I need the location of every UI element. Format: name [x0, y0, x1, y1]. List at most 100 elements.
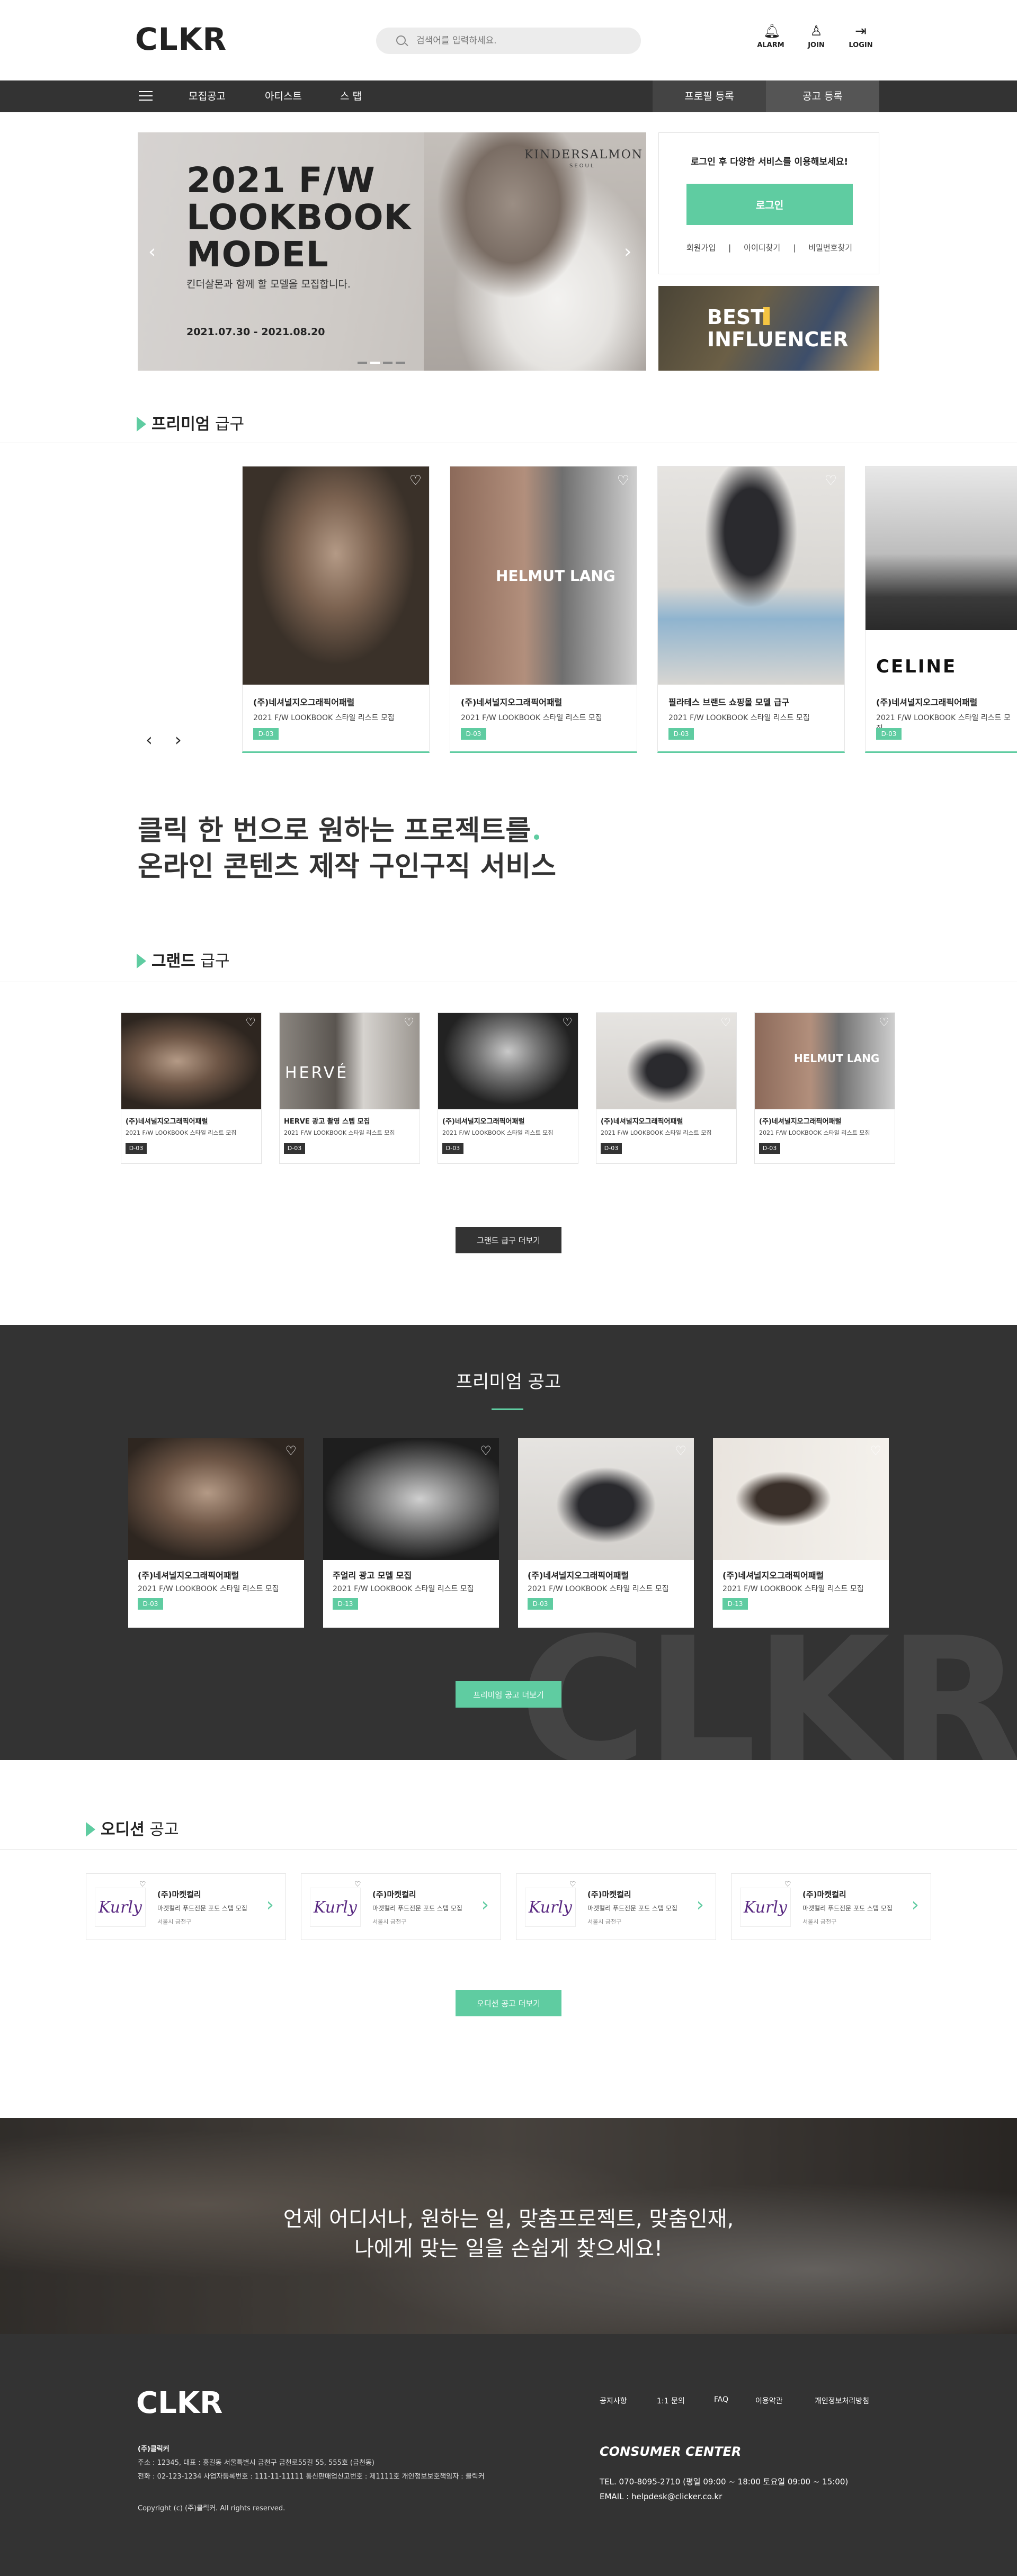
- audition-card[interactable]: Kurly ♡ (주)마켓컬리 마켓컬리 푸드전문 포토 스텝 모집 서울시 금…: [731, 1873, 931, 1940]
- audition-card[interactable]: Kurly ♡ (주)마켓컬리 마켓컬리 푸드전문 포토 스텝 모집 서울시 금…: [86, 1873, 286, 1940]
- heart-icon[interactable]: ♡: [404, 1016, 414, 1029]
- card-photo: [713, 1438, 889, 1560]
- footer-link-notice[interactable]: 공지사항: [600, 2395, 627, 2406]
- photo-overlay-text: CELINE: [876, 656, 957, 677]
- link-divider: |: [793, 243, 796, 253]
- footer-link-privacy[interactable]: 개인정보처리방침: [815, 2395, 869, 2406]
- chevron-right-icon[interactable]: ›: [697, 1894, 704, 1916]
- hero-title: 2021 F/W LOOKBOOK MODEL: [186, 162, 412, 273]
- audition-more-button[interactable]: 오디션 공고 더보기: [456, 1990, 561, 2016]
- premium-ad-card[interactable]: ♡ (주)네셔널지오그래픽어패럴 2021 F/W LOOKBOOK 스타일 리…: [128, 1438, 304, 1628]
- login-button[interactable]: ⇥ LOGIN: [842, 23, 879, 49]
- hero-next-icon[interactable]: ›: [624, 241, 631, 263]
- search-bar[interactable]: [376, 28, 641, 54]
- grand-card[interactable]: ♡ (주)네셔널지오그래픽어패럴 2021 F/W LOOKBOOK 스타일 리…: [121, 1012, 262, 1164]
- best-influencer-banner[interactable]: BEST INFLUENCER: [658, 286, 879, 371]
- photo-overlay-text: HELMUT LANG: [496, 567, 615, 585]
- hero-pagination: [358, 356, 408, 366]
- footer-copyright: Copyright (c) (주)클릭커. All rights reserve…: [138, 2505, 286, 2512]
- find-password-link[interactable]: 비밀번호찾기: [808, 243, 852, 253]
- premium-ad-card[interactable]: ♡ (주)네셔널지오그래픽어패럴 2021 F/W LOOKBOOK 스타일 리…: [518, 1438, 694, 1628]
- grand-section-title: 그랜드 급구: [137, 948, 230, 971]
- nav-item-artist[interactable]: 아티스트: [265, 80, 302, 112]
- premium-prev-icon[interactable]: ‹: [146, 730, 153, 750]
- heart-icon[interactable]: ♡: [245, 1016, 256, 1029]
- pagination-dot[interactable]: [358, 362, 367, 364]
- find-id-link[interactable]: 아이디찾기: [744, 243, 780, 253]
- heart-icon[interactable]: ♡: [825, 473, 837, 489]
- nav-item-recruit[interactable]: 모집공고: [189, 80, 226, 112]
- card-name: (주)마켓컬리: [157, 1890, 201, 1899]
- chevron-right-icon[interactable]: ›: [912, 1894, 919, 1916]
- pagination-dot[interactable]: [370, 362, 380, 364]
- dday-badge: D-03: [876, 728, 902, 740]
- premium-card[interactable]: ♡ 필라테스 브랜드 쇼핑몰 모델 급구 2021 F/W LOOKBOOK 스…: [657, 466, 845, 753]
- dday-badge: D-03: [253, 728, 279, 740]
- pagination-dot[interactable]: [383, 362, 392, 364]
- audition-card[interactable]: Kurly ♡ (주)마켓컬리 마켓컬리 푸드전문 포토 스텝 모집 서울시 금…: [516, 1873, 716, 1940]
- hero-brand-sub: SEOUL: [569, 163, 595, 169]
- login-submit-button[interactable]: 로그인: [686, 184, 853, 225]
- alarm-button[interactable]: 🔔︎ ALARM: [752, 23, 789, 49]
- link-divider: |: [728, 243, 731, 253]
- grand-card[interactable]: ♡ (주)네셔널지오그래픽어패럴 2021 F/W LOOKBOOK 스타일 리…: [438, 1012, 578, 1164]
- footer-link-inquiry[interactable]: 1:1 문의: [657, 2395, 685, 2406]
- heart-icon[interactable]: ♡: [354, 1880, 361, 1889]
- heart-icon[interactable]: ♡: [285, 1443, 297, 1458]
- heart-icon[interactable]: ♡: [870, 1443, 881, 1458]
- grand-more-button[interactable]: 그랜드 급구 더보기: [456, 1227, 561, 1253]
- dday-badge: D-13: [333, 1598, 358, 1610]
- card-name: (주)네셔널지오그래픽어패럴: [876, 697, 978, 707]
- premium-card[interactable]: CELINE (주)네셔널지오그래픽어패럴 2021 F/W LOOKBOOK …: [865, 466, 1017, 753]
- join-button[interactable]: ♙ JOIN: [798, 23, 835, 49]
- footer-link-terms[interactable]: 이용약관: [755, 2395, 783, 2406]
- join-label: JOIN: [808, 41, 825, 49]
- heart-icon[interactable]: ♡: [480, 1443, 492, 1458]
- menu-icon[interactable]: [139, 91, 153, 102]
- search-input[interactable]: [416, 28, 628, 54]
- chevron-right-icon[interactable]: ›: [481, 1894, 489, 1916]
- hero-banner[interactable]: KINDERSALMON SEOUL 2021 F/W LOOKBOOK MOD…: [138, 132, 646, 371]
- grand-card[interactable]: HERVÉ ♡ HERVE 광고 촬영 스텝 모집 2021 F/W LOOKB…: [279, 1012, 420, 1164]
- grand-card[interactable]: ♡ (주)네셔널지오그래픽어패럴 2021 F/W LOOKBOOK 스타일 리…: [596, 1012, 737, 1164]
- heart-icon[interactable]: ♡: [139, 1880, 146, 1889]
- heart-icon[interactable]: ♡: [562, 1016, 573, 1029]
- card-desc: 2021 F/W LOOKBOOK 스타일 리스트 모집: [253, 714, 395, 722]
- consumer-center-tel: TEL. 070-8095-2710 (평일 09:00 ~ 18:00 토요일…: [600, 2477, 849, 2487]
- premium-ads-title: 프리미엄 공고: [456, 1371, 561, 1393]
- premium-card[interactable]: ♡ (주)네셔널지오그래픽어패럴 2021 F/W LOOKBOOK 스타일 리…: [242, 466, 430, 753]
- premium-card[interactable]: HELMUT LANG ♡ (주)네셔널지오그래픽어패럴 2021 F/W LO…: [450, 466, 637, 753]
- title-bold: 프리미엄: [151, 415, 210, 434]
- heart-icon[interactable]: ♡: [675, 1443, 686, 1458]
- premium-ad-card[interactable]: ♡ (주)네셔널지오그래픽어패럴 2021 F/W LOOKBOOK 스타일 리…: [713, 1438, 889, 1628]
- ad-register-button[interactable]: 공고 등록: [766, 80, 879, 112]
- hero-prev-icon[interactable]: ‹: [148, 241, 156, 263]
- premium-next-icon[interactable]: ›: [175, 730, 182, 750]
- pagination-dot[interactable]: [396, 362, 405, 364]
- grand-card[interactable]: HELMUT LANG ♡ (주)네셔널지오그래픽어패럴 2021 F/W LO…: [754, 1012, 895, 1164]
- heart-icon[interactable]: ♡: [409, 473, 422, 489]
- premium-ads-more-button[interactable]: 프리미엄 공고 더보기: [456, 1681, 561, 1708]
- premium-ad-card[interactable]: ♡ 주얼리 광고 모델 모집 2021 F/W LOOKBOOK 스타일 리스트…: [323, 1438, 499, 1628]
- photo-overlay-text: HELMUT LANG: [794, 1052, 880, 1065]
- photo-overlay-text: HERVÉ: [285, 1064, 349, 1082]
- footer-link-faq[interactable]: FAQ: [714, 2395, 728, 2404]
- card-desc: 2021 F/W LOOKBOOK 스타일 리스트 모집: [759, 1129, 870, 1136]
- influencer-line: INFLUENCER: [707, 328, 849, 351]
- heart-icon[interactable]: ♡: [569, 1880, 576, 1889]
- nav-item-staff[interactable]: 스 탭: [340, 80, 362, 112]
- main-nav: 모집공고 아티스트 스 탭 프로필 등록 공고 등록: [0, 80, 1017, 112]
- heart-icon[interactable]: ♡: [784, 1880, 791, 1889]
- heart-icon[interactable]: ♡: [617, 473, 629, 489]
- site-logo[interactable]: CLKR: [135, 21, 227, 57]
- search-icon[interactable]: [396, 35, 406, 45]
- profile-register-button[interactable]: 프로필 등록: [653, 80, 766, 112]
- audition-card[interactable]: Kurly ♡ (주)마켓컬리 마켓컬리 푸드전문 포토 스텝 모집 서울시 금…: [301, 1873, 501, 1940]
- heart-icon[interactable]: ♡: [879, 1016, 889, 1029]
- chevron-right-icon[interactable]: ›: [266, 1894, 274, 1916]
- login-links: 회원가입 | 아이디찾기 | 비밀번호찾기: [659, 242, 880, 253]
- heart-icon[interactable]: ♡: [720, 1016, 731, 1029]
- accent-dot: [534, 834, 540, 840]
- signup-link[interactable]: 회원가입: [686, 243, 716, 253]
- audition-section-title: 오디션 공고: [86, 1816, 179, 1839]
